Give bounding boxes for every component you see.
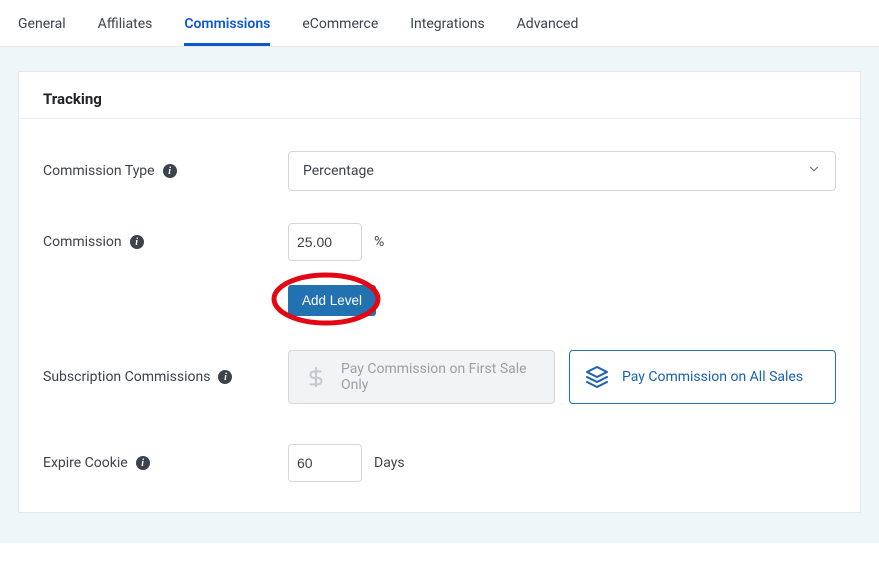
panel-divider	[19, 118, 860, 119]
commission-type-select[interactable]: Percentage	[288, 151, 836, 191]
row-subscription-commissions: Subscription Commissions i Pay Commissio…	[43, 350, 836, 404]
row-commission-type: Commission Type i Percentage	[43, 151, 836, 191]
option-first-sale-label: Pay Commission on First Sale Only	[341, 361, 540, 393]
label-subscription-commissions: Subscription Commissions i	[43, 369, 288, 385]
label-commission-type-text: Commission Type	[43, 163, 155, 179]
add-level-button[interactable]: Add Level	[288, 285, 376, 316]
label-subscription-commissions-text: Subscription Commissions	[43, 369, 210, 385]
commission-type-value: Percentage	[303, 163, 374, 179]
row-commission: Commission i %	[43, 223, 836, 261]
tab-ecommerce[interactable]: eCommerce	[302, 16, 378, 46]
tab-integrations[interactable]: Integrations	[410, 16, 484, 46]
row-expire-cookie: Expire Cookie i Days	[43, 444, 836, 482]
chevron-down-icon	[807, 162, 821, 180]
dollar-icon	[303, 364, 329, 390]
info-icon[interactable]: i	[218, 370, 232, 384]
commission-input[interactable]	[288, 223, 362, 261]
tab-general[interactable]: General	[18, 16, 66, 46]
panel-heading: Tracking	[43, 90, 836, 108]
info-icon[interactable]: i	[136, 456, 150, 470]
expire-cookie-input[interactable]	[288, 444, 362, 482]
page-background: Tracking Commission Type i Percentage	[0, 47, 879, 543]
commission-unit: %	[374, 234, 384, 250]
option-all-sales[interactable]: Pay Commission on All Sales	[569, 350, 836, 404]
tracking-panel: Tracking Commission Type i Percentage	[18, 71, 861, 513]
label-commission-text: Commission	[43, 234, 122, 250]
annotation-wrapper: Add Level	[288, 285, 376, 316]
label-expire-cookie-text: Expire Cookie	[43, 455, 128, 471]
tab-affiliates[interactable]: Affiliates	[98, 16, 153, 46]
tab-commissions[interactable]: Commissions	[184, 16, 270, 46]
info-icon[interactable]: i	[163, 164, 177, 178]
label-expire-cookie: Expire Cookie i	[43, 455, 288, 471]
settings-tabs: General Affiliates Commissions eCommerce…	[0, 0, 879, 47]
subscription-toggle-group: Pay Commission on First Sale Only Pay Co…	[288, 350, 836, 404]
label-commission-type: Commission Type i	[43, 163, 288, 179]
layers-icon	[584, 364, 610, 390]
tab-advanced[interactable]: Advanced	[517, 16, 579, 46]
expire-cookie-unit: Days	[374, 455, 405, 471]
row-add-level: Add Level	[43, 285, 836, 316]
option-first-sale[interactable]: Pay Commission on First Sale Only	[288, 350, 555, 404]
option-all-sales-label: Pay Commission on All Sales	[622, 369, 803, 385]
label-commission: Commission i	[43, 234, 288, 250]
info-icon[interactable]: i	[130, 235, 144, 249]
